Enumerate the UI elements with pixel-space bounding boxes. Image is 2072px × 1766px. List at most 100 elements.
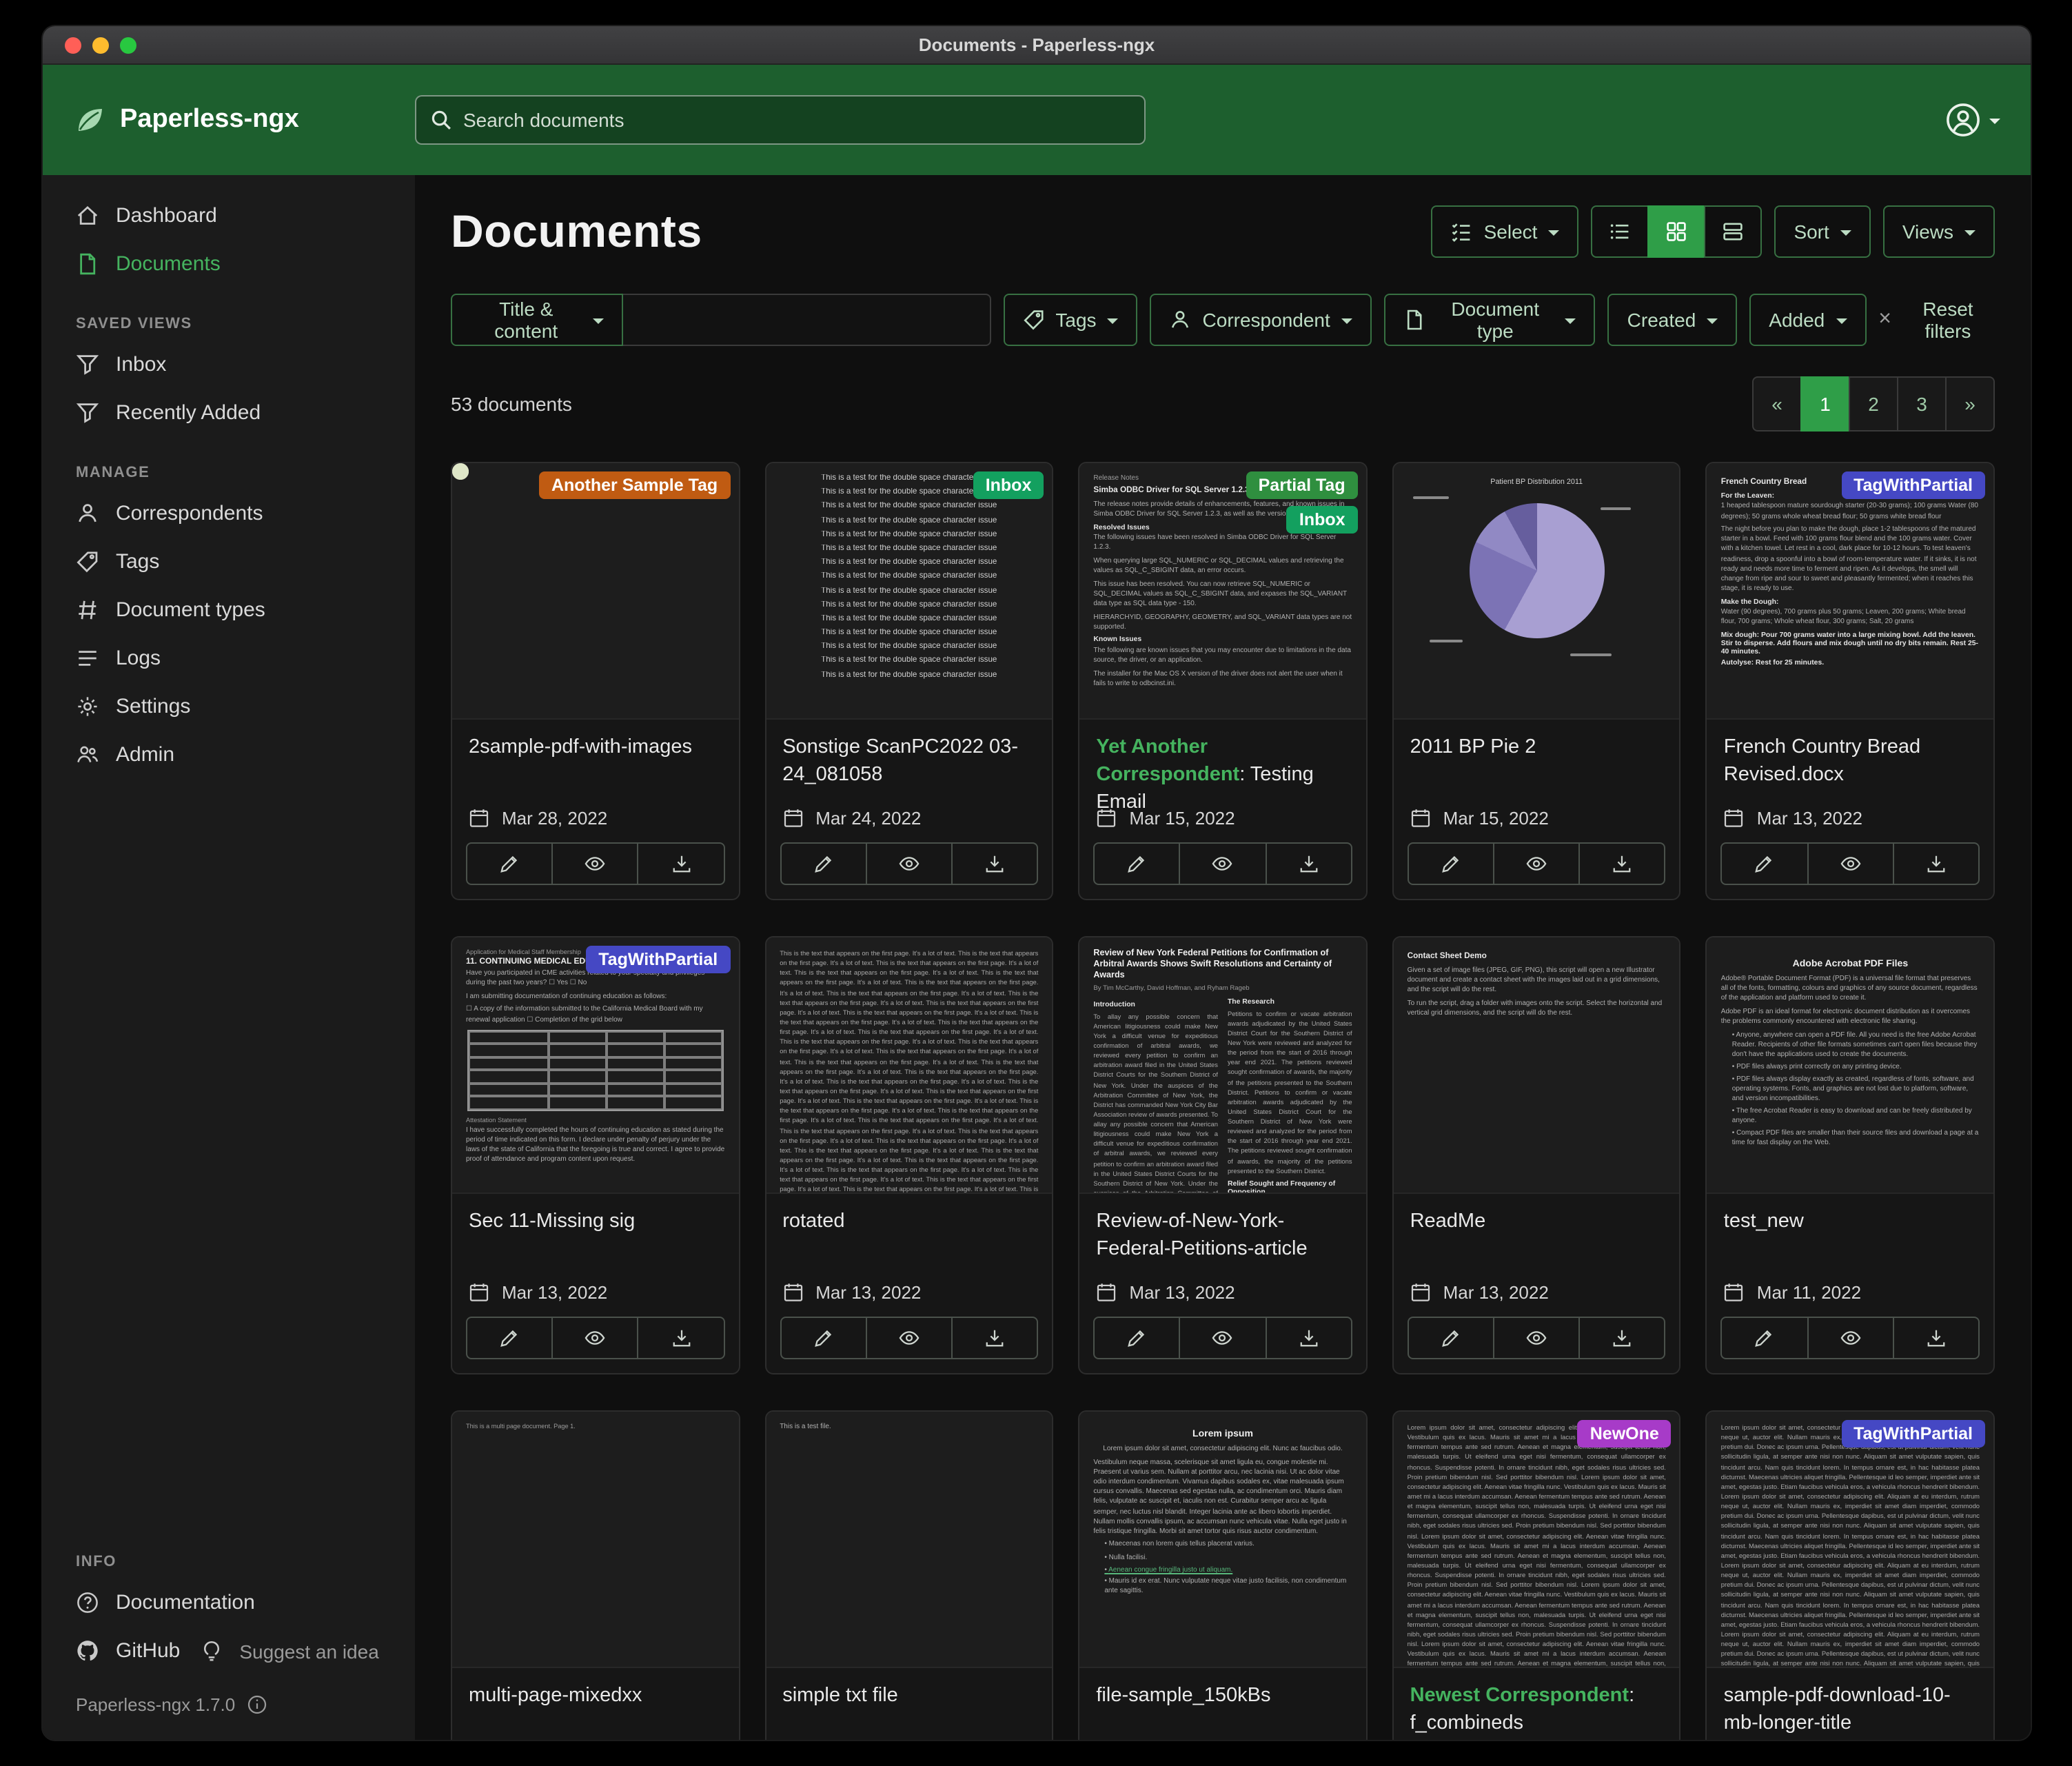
document-title[interactable]: sample-pdf-download-10-mb-longer-title [1724, 1682, 1977, 1737]
document-tag[interactable]: Inbox [1287, 506, 1358, 534]
view-button[interactable] [1807, 1317, 1893, 1359]
edit-button[interactable] [1721, 1317, 1808, 1359]
sidebar-item-tags[interactable]: Tags [43, 538, 415, 586]
view-button[interactable] [866, 1317, 953, 1359]
sidebar-item-inbox[interactable]: Inbox [43, 341, 415, 389]
zoom-window-button[interactable] [120, 37, 136, 54]
download-button[interactable] [951, 1317, 1038, 1359]
sidebar-item-documents[interactable]: Documents [43, 240, 415, 288]
document-thumbnail[interactable]: This is a test for the double space char… [766, 463, 1052, 720]
document-title[interactable]: simple txt file [782, 1682, 1035, 1709]
view-grid-button[interactable] [1647, 205, 1705, 258]
document-thumbnail[interactable]: This is a test file. [766, 1412, 1052, 1668]
download-button[interactable] [1893, 1317, 1980, 1359]
pagination-page-button[interactable]: 1 [1800, 376, 1850, 432]
document-tag[interactable]: Partial Tag [1246, 471, 1358, 499]
sidebar-item-recently-added[interactable]: Recently Added [43, 389, 415, 437]
document-card[interactable]: Contact Sheet DemoGiven a set of image f… [1392, 936, 1681, 1374]
document-tag[interactable]: NewOne [1578, 1420, 1672, 1448]
document-thumbnail[interactable]: Lorem ipsum dolor sit amet, consectetur … [1707, 1412, 1993, 1668]
pagination-next-button[interactable]: » [1945, 376, 1995, 432]
document-title[interactable]: ReadMe [1410, 1208, 1663, 1235]
document-thumbnail[interactable]: Contact Sheet DemoGiven a set of image f… [1394, 937, 1680, 1194]
tags-filter-button[interactable]: Tags [1003, 294, 1137, 346]
document-thumbnail[interactable]: French Country BreadFor the Leaven:1 hea… [1707, 463, 1993, 720]
info-circle-icon[interactable] [246, 1694, 267, 1715]
document-title[interactable]: Review-of-New-York-Federal-Petitions-art… [1096, 1208, 1349, 1263]
document-thumbnail[interactable]: Lorem ipsum dolor sit amet, consectetur … [1394, 1412, 1680, 1668]
document-thumbnail[interactable]: Adobe Acrobat PDF FilesAdobe® Portable D… [1707, 937, 1993, 1194]
document-title[interactable]: Newest Correspondent: f_combineds [1410, 1682, 1663, 1737]
added-filter-button[interactable]: Added [1749, 294, 1866, 346]
document-title[interactable]: test_new [1724, 1208, 1977, 1235]
view-button[interactable] [1179, 842, 1266, 885]
edit-button[interactable] [466, 1317, 553, 1359]
document-tag[interactable]: TagWithPartial [586, 946, 730, 973]
document-title[interactable]: file-sample_150kBs [1096, 1682, 1349, 1709]
view-button[interactable] [1807, 842, 1893, 885]
document-thumbnail[interactable]: This is a multi page document. Page 1. [452, 1412, 738, 1668]
created-filter-button[interactable]: Created [1608, 294, 1738, 346]
sidebar-item-logs[interactable]: Logs [43, 634, 415, 682]
view-button[interactable] [551, 1317, 638, 1359]
account-menu[interactable] [1945, 102, 2000, 138]
document-card[interactable]: Release NotesSimba ODBC Driver for SQL S… [1078, 462, 1367, 900]
download-button[interactable] [1265, 842, 1352, 885]
download-button[interactable] [1265, 1317, 1352, 1359]
document-card[interactable]: Adobe Acrobat PDF FilesAdobe® Portable D… [1706, 936, 1995, 1374]
download-button[interactable] [638, 1317, 724, 1359]
document-thumbnail[interactable]: Lorem ipsumLorem ipsum dolor sit amet, c… [1079, 1412, 1365, 1668]
edit-button[interactable] [780, 842, 866, 885]
document-tag[interactable]: TagWithPartial [1841, 1420, 1985, 1448]
sidebar-item-suggest-idea[interactable]: Suggest an idea [188, 1627, 387, 1675]
download-button[interactable] [1893, 842, 1980, 885]
sidebar-item-admin[interactable]: Admin [43, 731, 415, 779]
document-card[interactable]: Review of New York Federal Petitions for… [1078, 936, 1367, 1374]
document-card[interactable]: This is a test for the double space char… [764, 462, 1053, 900]
reset-filters-button[interactable]: × Reset filters [1878, 298, 1995, 342]
view-button[interactable] [866, 842, 953, 885]
document-thumbnail[interactable]: Release NotesSimba ODBC Driver for SQL S… [1079, 463, 1365, 720]
edit-button[interactable] [1093, 1317, 1180, 1359]
document-card[interactable]: French Country BreadFor the Leaven:1 hea… [1706, 462, 1995, 900]
document-title[interactable]: Sonstige ScanPC2022 03-24_081058 [782, 733, 1035, 789]
document-card[interactable]: This is the text that appears on the fir… [764, 936, 1053, 1374]
sidebar-item-documentation[interactable]: Documentation [43, 1579, 415, 1627]
document-card[interactable]: Patient BP Distribution 2011 2011 BP Pie… [1392, 462, 1681, 900]
global-search[interactable] [415, 95, 1146, 145]
document-correspondent[interactable]: Yet Another Correspondent [1096, 736, 1239, 786]
view-list-button[interactable] [1591, 205, 1649, 258]
minimize-window-button[interactable] [92, 37, 109, 54]
view-button[interactable] [1493, 1317, 1580, 1359]
view-details-button[interactable] [1704, 205, 1762, 258]
correspondent-filter-button[interactable]: Correspondent [1150, 294, 1372, 346]
edit-button[interactable] [1408, 1317, 1494, 1359]
document-title[interactable]: multi-page-mixedxx [469, 1682, 722, 1709]
sidebar-item-dashboard[interactable]: Dashboard [43, 192, 415, 240]
pagination-prev-button[interactable]: « [1752, 376, 1802, 432]
document-card[interactable]: Application for Medical Staff Membership… [451, 936, 740, 1374]
title-content-input[interactable] [623, 294, 991, 346]
document-card[interactable]: Lorem ipsum dolor sit amet, consectetur … [1392, 1410, 1681, 1740]
edit-button[interactable] [780, 1317, 866, 1359]
document-type-filter-button[interactable]: Document type [1384, 294, 1596, 346]
download-button[interactable] [1578, 842, 1665, 885]
edit-button[interactable] [1408, 842, 1494, 885]
sidebar-item-document-types[interactable]: Document types [43, 586, 415, 634]
document-tag[interactable]: Another Sample Tag [539, 471, 730, 499]
pagination-page-button[interactable]: 3 [1897, 376, 1947, 432]
document-tag[interactable]: TagWithPartial [1841, 471, 1985, 499]
sidebar-item-correspondents[interactable]: Correspondents [43, 489, 415, 538]
document-thumbnail[interactable]: Review of New York Federal Petitions for… [1079, 937, 1365, 1194]
sort-button[interactable]: Sort [1774, 205, 1870, 258]
document-thumbnail[interactable]: This is the text that appears on the fir… [766, 937, 1052, 1194]
views-button[interactable]: Views [1883, 205, 1995, 258]
brand[interactable]: Paperless-ngx [73, 103, 415, 136]
document-card[interactable]: Lorem ipsumLorem ipsum dolor sit amet, c… [1078, 1410, 1367, 1740]
document-thumbnail[interactable]: Another Sample Tag [452, 463, 738, 720]
view-button[interactable] [551, 842, 638, 885]
edit-button[interactable] [466, 842, 553, 885]
pagination-page-button[interactable]: 2 [1849, 376, 1898, 432]
document-title[interactable]: rotated [782, 1208, 1035, 1235]
document-thumbnail[interactable]: Patient BP Distribution 2011 [1394, 463, 1680, 720]
